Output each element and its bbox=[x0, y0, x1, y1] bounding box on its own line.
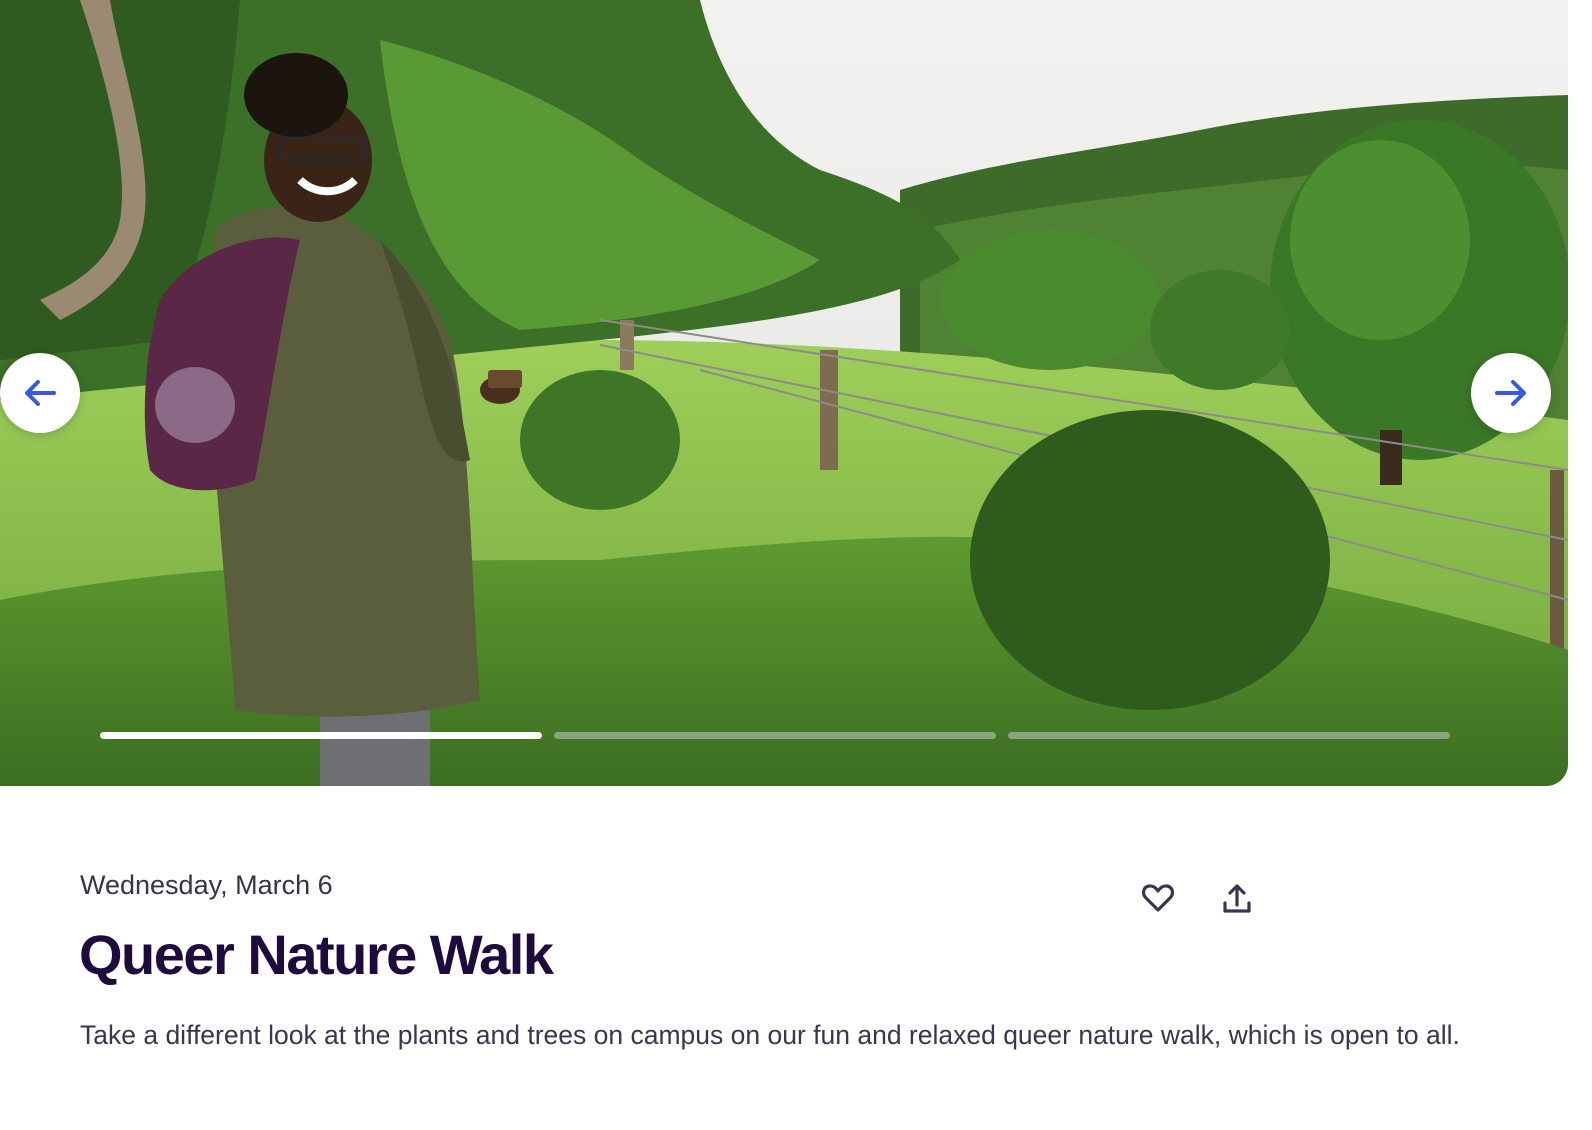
share-button[interactable] bbox=[1215, 876, 1259, 920]
carousel-indicator-2[interactable] bbox=[554, 732, 996, 739]
heart-icon bbox=[1142, 884, 1174, 912]
arrow-left-icon bbox=[25, 380, 56, 406]
event-title: Queer Nature Walk bbox=[79, 923, 554, 986]
event-hero-photo bbox=[0, 0, 1568, 786]
event-image-carousel[interactable] bbox=[0, 0, 1568, 786]
arrow-right-icon bbox=[1495, 380, 1526, 406]
event-summary: Take a different look at the plants and … bbox=[80, 1020, 1460, 1050]
carousel-indicators bbox=[100, 732, 1450, 739]
previous-slide-button[interactable] bbox=[0, 353, 80, 433]
carousel-indicator-3[interactable] bbox=[1008, 732, 1450, 739]
like-button[interactable] bbox=[1136, 876, 1180, 920]
next-slide-button[interactable] bbox=[1471, 353, 1551, 433]
event-date: Wednesday, March 6 bbox=[80, 870, 333, 900]
carousel-indicator-1[interactable] bbox=[100, 732, 542, 739]
share-icon bbox=[1223, 884, 1251, 913]
